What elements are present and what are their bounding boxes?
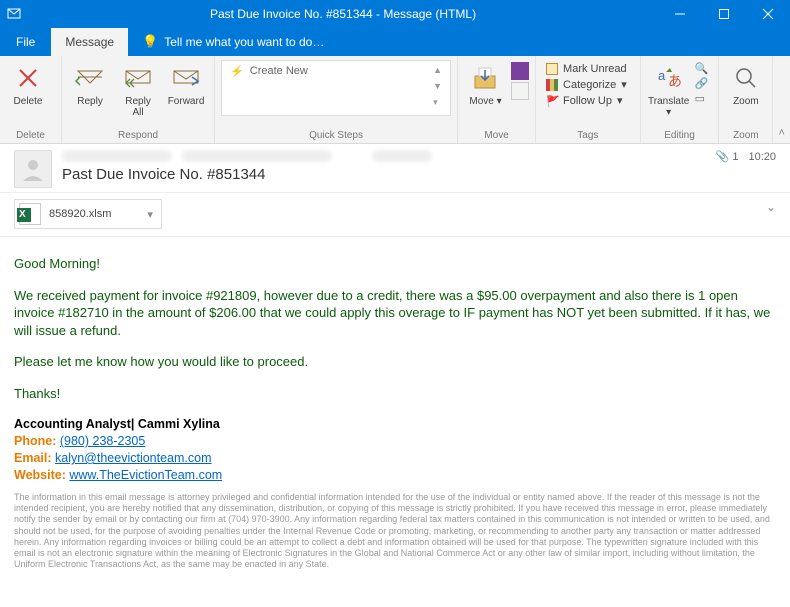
menu-strip: File Message 💡 Tell me what you want to … xyxy=(0,28,790,56)
chevron-up-icon[interactable]: ▲ xyxy=(433,65,442,75)
related-icon[interactable]: 🔗 xyxy=(695,77,709,90)
select-icon[interactable]: ▭ xyxy=(695,92,709,105)
svg-text:a: a xyxy=(658,68,666,83)
onenote-icon[interactable] xyxy=(511,62,529,80)
app-icon xyxy=(0,6,28,23)
zoom-icon xyxy=(734,62,758,94)
recipient-redacted xyxy=(372,150,432,162)
body-p3: Thanks! xyxy=(14,385,776,403)
bulb-icon: 💡 xyxy=(142,34,158,50)
group-label-quicksteps: Quick Steps xyxy=(221,128,451,141)
paperclip-icon: 📎 xyxy=(716,150,730,163)
disclaimer-text: The information in this email message is… xyxy=(14,484,776,571)
title-bar: Past Due Invoice No. #851344 - Message (… xyxy=(0,0,790,28)
close-button[interactable] xyxy=(746,0,790,28)
categorize-icon xyxy=(546,79,558,91)
attachment-dropdown-icon[interactable]: ▾ xyxy=(147,208,153,221)
group-label-zoom: Zoom xyxy=(725,128,766,141)
signature-block: Accounting Analyst| Cammi Xylina Phone: … xyxy=(14,416,776,484)
sender-name-redacted xyxy=(62,150,172,162)
subject-line: Past Due Invoice No. #851344 xyxy=(62,164,716,183)
message-body: Good Morning! We received payment for in… xyxy=(0,237,790,581)
group-label-delete: Delete xyxy=(6,128,55,141)
svg-text:あ: あ xyxy=(668,73,682,89)
body-greeting: Good Morning! xyxy=(14,255,776,273)
attachment-filename: 858920.xlsm xyxy=(49,208,111,220)
ribbon: Delete Delete Reply Reply All Forward Re… xyxy=(0,56,790,144)
sig-phone-label: Phone: xyxy=(14,434,56,448)
envelope-icon xyxy=(546,63,558,75)
minimize-button[interactable] xyxy=(658,0,702,28)
tell-me-search[interactable]: 💡 Tell me what you want to do… xyxy=(128,34,324,50)
translate-button[interactable]: aあ Translate▾ xyxy=(647,60,691,120)
expand-icon[interactable]: ▾ xyxy=(433,97,442,108)
reply-button[interactable]: Reply xyxy=(68,60,112,120)
move-button[interactable]: Move ▾ xyxy=(464,60,507,109)
followup-button[interactable]: 🚩Follow Up ▾ xyxy=(542,93,634,108)
sig-website[interactable]: www.TheEvictionTeam.com xyxy=(69,468,222,482)
body-p2: Please let me know how you would like to… xyxy=(14,353,776,371)
reply-icon xyxy=(76,62,104,94)
window-title: Past Due Invoice No. #851344 - Message (… xyxy=(28,7,658,21)
translate-icon: aあ xyxy=(656,62,682,94)
body-p1: We received payment for invoice #921809,… xyxy=(14,287,776,340)
sig-website-label: Website: xyxy=(14,468,66,482)
group-label-editing: Editing xyxy=(647,128,713,141)
reply-all-icon xyxy=(124,62,152,94)
sig-email[interactable]: kalyn@theevictionteam.com xyxy=(55,451,212,465)
excel-icon xyxy=(19,203,41,225)
header-expand-chevron[interactable]: ⌄ xyxy=(766,200,776,214)
quicksteps-gallery[interactable]: ⚡ Create New ▲ ▼ ▾ xyxy=(221,60,451,116)
group-label-respond: Respond xyxy=(68,128,208,141)
maximize-button[interactable] xyxy=(702,0,746,28)
quickstep-create: Create New xyxy=(250,65,308,77)
group-label-move: Move xyxy=(464,128,529,141)
lightning-icon: ⚡ xyxy=(230,65,244,78)
move-icon xyxy=(473,62,499,94)
mark-unread-button[interactable]: Mark Unread xyxy=(542,62,634,76)
sender-email-redacted xyxy=(182,150,332,162)
attachment-chip[interactable]: 858920.xlsm ▾ xyxy=(14,199,162,229)
sender-avatar xyxy=(14,150,52,188)
forward-button[interactable]: Forward xyxy=(164,60,208,120)
flag-icon: 🚩 xyxy=(546,95,558,107)
attachment-indicator: 📎1 xyxy=(716,150,739,163)
categorize-button[interactable]: Categorize ▾ xyxy=(542,77,634,92)
delete-button[interactable]: Delete xyxy=(6,60,50,109)
received-time: 10:20 xyxy=(748,151,776,163)
ribbon-collapse[interactable]: ˄ xyxy=(773,56,790,143)
message-tab[interactable]: Message xyxy=(51,28,128,56)
tell-me-text: Tell me what you want to do… xyxy=(164,35,324,49)
group-label-tags: Tags xyxy=(542,128,634,141)
chevron-down-icon[interactable]: ▼ xyxy=(433,81,442,91)
actions-icon[interactable] xyxy=(511,82,529,100)
delete-icon xyxy=(16,62,40,94)
attachment-row: 858920.xlsm ▾ xyxy=(0,193,790,237)
find-icon[interactable]: 🔍 xyxy=(695,62,709,75)
reply-all-button[interactable]: Reply All xyxy=(116,60,160,120)
sig-email-label: Email: xyxy=(14,451,52,465)
forward-icon xyxy=(172,62,200,94)
zoom-button[interactable]: Zoom xyxy=(725,60,766,109)
sig-phone[interactable]: (980) 238-2305 xyxy=(60,434,145,448)
file-tab[interactable]: File xyxy=(0,28,51,56)
from-line xyxy=(62,150,716,164)
message-header: Past Due Invoice No. #851344 📎1 10:20 xyxy=(0,144,790,193)
sig-title: Accounting Analyst| Cammi Xylina xyxy=(14,417,220,431)
